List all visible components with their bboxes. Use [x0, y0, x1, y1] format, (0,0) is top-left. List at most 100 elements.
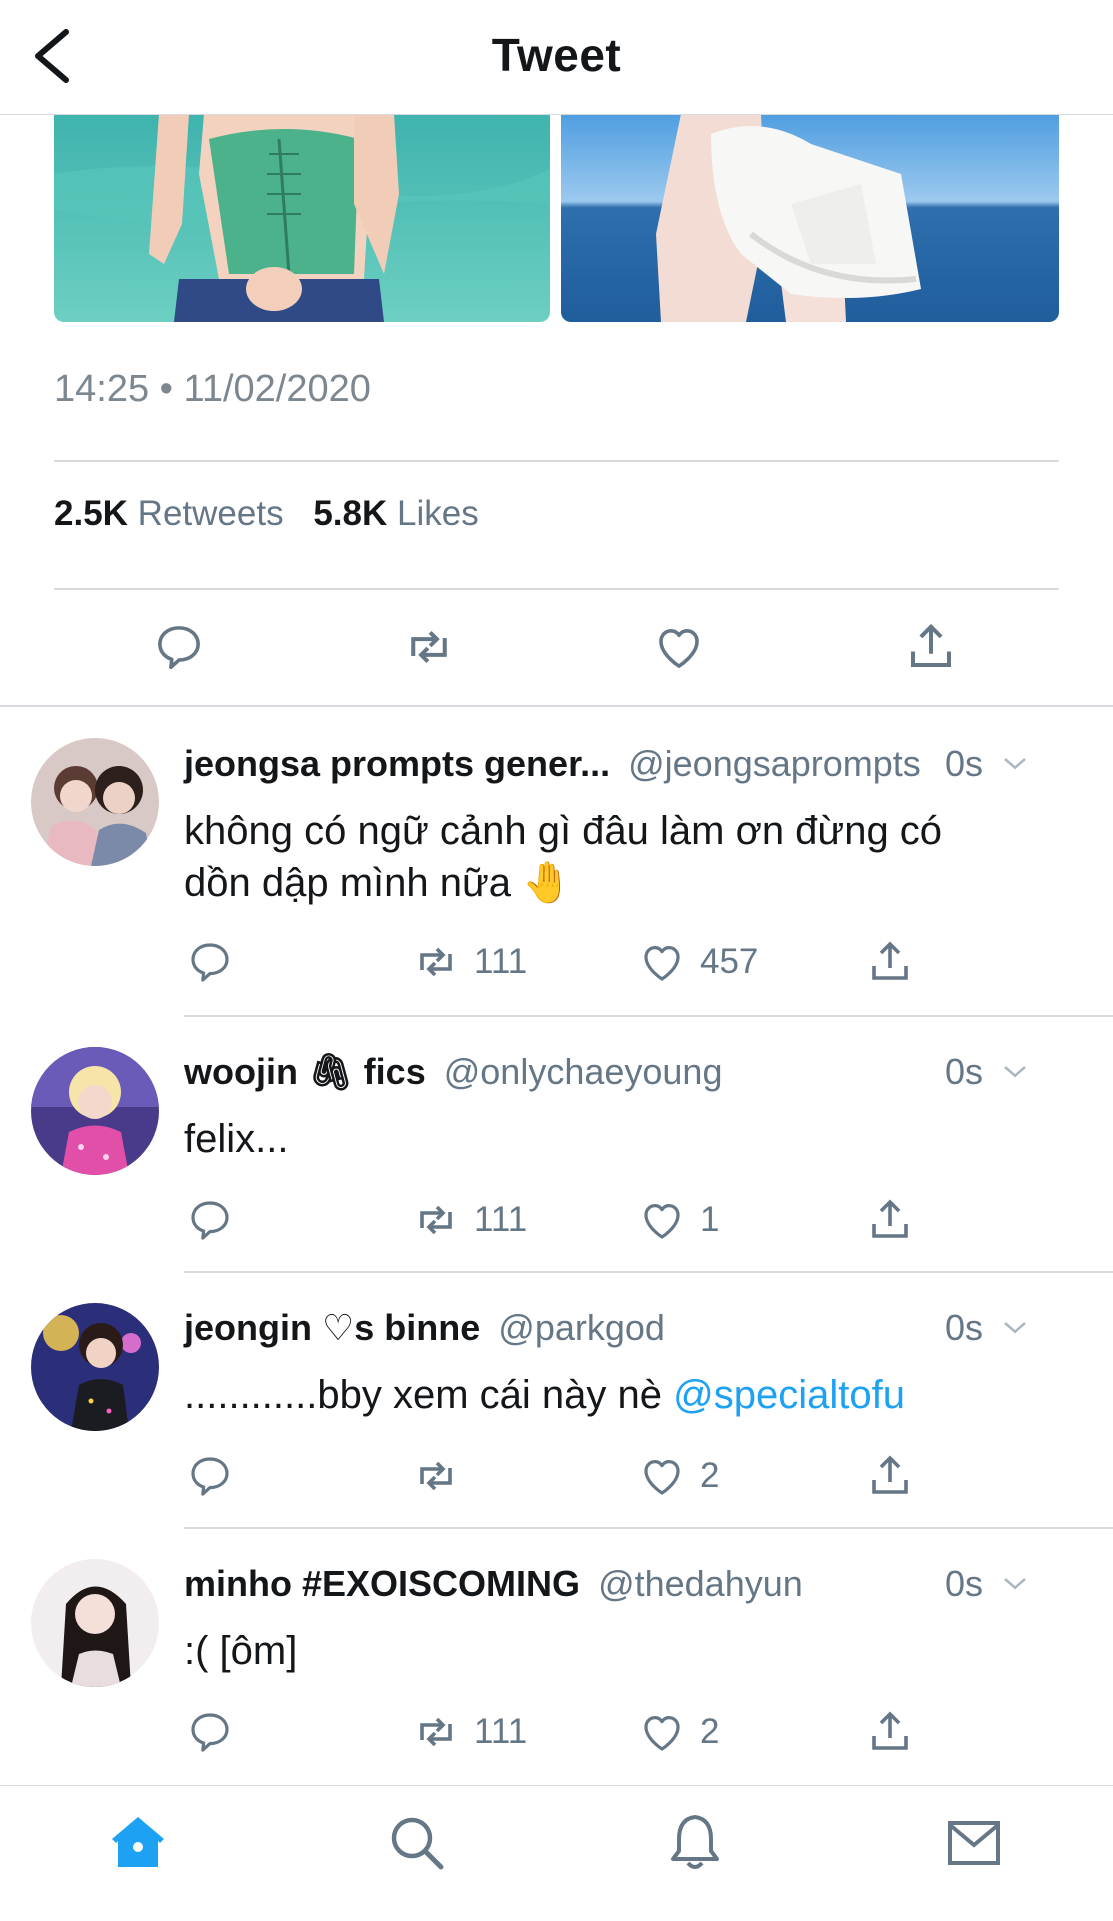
heart-outline-icon	[638, 938, 686, 986]
speech-bubble-icon	[186, 938, 234, 986]
likes-label[interactable]: Likes	[397, 494, 479, 533]
reply-time: 0s	[944, 1563, 983, 1604]
heart-outline-icon	[638, 1708, 686, 1756]
heart-outline-icon	[638, 1452, 686, 1500]
reply-text: không có ngữ cảnh gì đâu làm ơn đừng có …	[184, 805, 1043, 909]
chevron-down-icon[interactable]	[997, 1569, 1033, 1599]
like-count: 1	[700, 1200, 720, 1239]
display-name[interactable]: jeongin ♡s binne	[184, 1307, 480, 1348]
bell-icon[interactable]	[663, 1811, 727, 1875]
heart-outline-icon	[638, 1196, 686, 1244]
page-title: Tweet	[491, 29, 622, 81]
reply-text: ............bby xem cái này nè @specialt…	[184, 1369, 1043, 1421]
like-count: 457	[700, 942, 759, 981]
reply-actions: 111 1	[0, 1195, 1113, 1245]
reply-text: :( [ôm]	[184, 1629, 298, 1673]
retweet-arrows-icon[interactable]	[402, 620, 456, 674]
tweet-stats: 2.5K Retweets 5.8K Likes	[54, 494, 499, 534]
reply-time: 0s	[944, 1307, 983, 1348]
share-button[interactable]	[866, 1707, 914, 1757]
retweets-label[interactable]: Retweets	[138, 494, 284, 533]
speech-bubble-icon	[186, 1452, 234, 1500]
reply-text-line: không có ngữ cảnh gì đâu làm ơn đừng có	[184, 809, 943, 853]
share-upload-icon[interactable]	[904, 620, 958, 674]
reply-header: jeongin ♡s binne @parkgod 0s	[184, 1307, 1073, 1349]
retweet-arrows-icon	[412, 1708, 460, 1756]
avatar[interactable]	[31, 1303, 159, 1431]
retweet-count: 111	[474, 1712, 528, 1751]
tweet-action-bar	[0, 590, 1113, 700]
like-button[interactable]: 2	[638, 1451, 719, 1501]
reply-button[interactable]	[186, 1195, 234, 1245]
username[interactable]: @parkgod	[498, 1307, 665, 1348]
display-name[interactable]: jeongsa prompts gener...	[184, 743, 610, 784]
retweet-arrows-icon	[412, 1452, 460, 1500]
like-button[interactable]: 1	[638, 1195, 719, 1245]
reply-text: felix...	[184, 1117, 289, 1161]
home-icon[interactable]	[106, 1811, 170, 1875]
reply-tweet[interactable]: minho #EXOISCOMING @thedahyun 0s :( [ôm]…	[0, 1527, 1113, 1785]
retweets-count: 2.5K	[54, 494, 128, 533]
retweet-button[interactable]: 111	[412, 937, 527, 987]
speech-bubble-icon	[186, 1196, 234, 1244]
retweet-count: 111	[474, 1200, 528, 1239]
reply-tweet[interactable]: jeongin ♡s binne @parkgod 0s ...........…	[0, 1271, 1113, 1527]
tweet-photo-1[interactable]	[54, 114, 550, 322]
like-button[interactable]: 457	[638, 937, 758, 987]
reply-text-body: ............bby xem cái này nè	[184, 1373, 662, 1417]
search-icon[interactable]	[385, 1811, 449, 1875]
reply-actions: 111 2	[0, 1707, 1113, 1757]
tweet-photo-2[interactable]	[561, 114, 1059, 322]
tweet-timestamp: 14:25 • 11/02/2020	[54, 368, 371, 410]
speech-bubble-icon[interactable]	[152, 620, 206, 674]
username[interactable]: @onlychaeyoung	[444, 1051, 723, 1092]
share-upload-icon	[866, 1708, 914, 1756]
share-upload-icon	[866, 1196, 914, 1244]
avatar[interactable]	[31, 1047, 159, 1175]
share-button[interactable]	[866, 937, 914, 987]
like-button[interactable]: 2	[638, 1707, 719, 1757]
chevron-down-icon[interactable]	[997, 1057, 1033, 1087]
envelope-icon[interactable]	[942, 1811, 1006, 1875]
tweet-media	[54, 114, 1059, 322]
retweet-button[interactable]: 111	[412, 1195, 527, 1245]
top-bar: Tweet	[0, 0, 1113, 115]
reply-time: 0s	[944, 743, 983, 784]
retweet-arrows-icon	[412, 938, 460, 986]
divider	[54, 460, 1059, 462]
reply-button[interactable]	[186, 1451, 234, 1501]
chevron-down-icon[interactable]	[997, 1313, 1033, 1343]
mention-link[interactable]: @specialtofu	[673, 1373, 905, 1417]
retweet-count: 111	[474, 942, 528, 981]
reply-actions: 111 457	[0, 937, 1113, 987]
likes-count: 5.8K	[313, 494, 388, 533]
reply-header: minho #EXOISCOMING @thedahyun 0s	[184, 1563, 1073, 1605]
username[interactable]: @thedahyun	[598, 1563, 803, 1604]
avatar[interactable]	[31, 738, 159, 866]
like-count: 2	[700, 1456, 720, 1495]
retweet-arrows-icon	[412, 1196, 460, 1244]
reply-button[interactable]	[186, 1707, 234, 1757]
retweet-button[interactable]	[412, 1451, 474, 1501]
retweet-button[interactable]: 111	[412, 1707, 527, 1757]
reply-actions: 2	[0, 1451, 1113, 1501]
reply-header: woojin 🖇 fics @onlychaeyoung 0s	[184, 1051, 1073, 1093]
share-button[interactable]	[866, 1451, 914, 1501]
reply-tweet[interactable]: woojin 🖇 fics @onlychaeyoung 0s felix...…	[0, 1015, 1113, 1271]
reply-tweet[interactable]: jeongsa prompts gener... @jeongsaprompts…	[0, 705, 1113, 1015]
share-upload-icon	[866, 938, 914, 986]
reply-time: 0s	[944, 1051, 983, 1092]
reply-button[interactable]	[186, 937, 234, 987]
display-name[interactable]: minho #EXOISCOMING	[184, 1563, 580, 1604]
heart-outline-icon[interactable]	[652, 620, 706, 674]
speech-bubble-icon	[186, 1708, 234, 1756]
share-button[interactable]	[866, 1195, 914, 1245]
reply-header: jeongsa prompts gener... @jeongsaprompts…	[184, 743, 1073, 785]
share-upload-icon	[866, 1452, 914, 1500]
bottom-tab-bar	[0, 1785, 1113, 1921]
like-count: 2	[700, 1712, 720, 1751]
avatar[interactable]	[31, 1559, 159, 1687]
display-name[interactable]: woojin 🖇 fics	[184, 1051, 426, 1092]
username[interactable]: @jeongsaprompts	[628, 743, 921, 784]
chevron-down-icon[interactable]	[997, 749, 1033, 779]
